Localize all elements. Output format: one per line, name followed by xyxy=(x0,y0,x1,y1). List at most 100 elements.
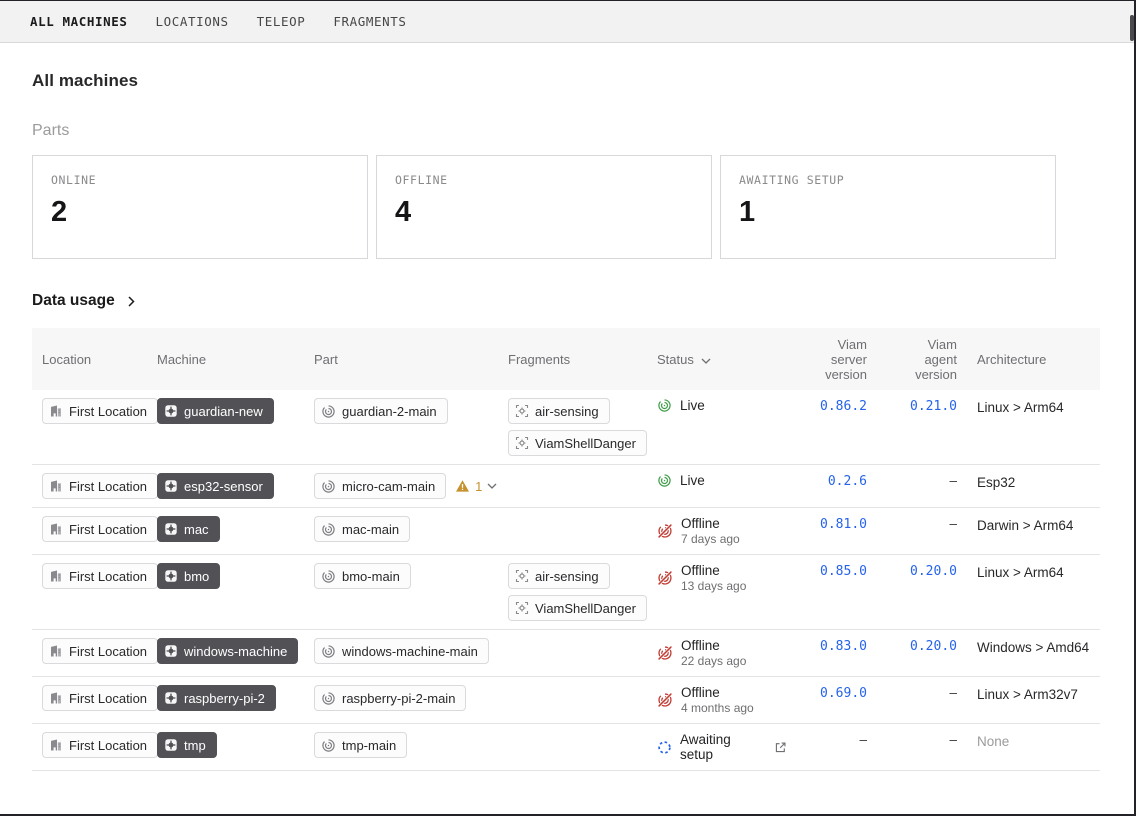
location-icon xyxy=(49,644,63,658)
column-header-label: Architecture xyxy=(977,352,1046,367)
data-usage-link[interactable]: Data usage xyxy=(32,292,135,310)
machine-chip[interactable]: esp32-sensor xyxy=(157,473,274,499)
stat-card-label: AWAITING SETUP xyxy=(739,173,1037,187)
server-version-link[interactable]: 0.2.6 xyxy=(828,474,867,489)
table-row: First Location windows-machine windows-mac… xyxy=(32,630,1100,677)
page-title: All machines xyxy=(32,71,1102,91)
part-icon xyxy=(321,569,336,584)
server-version-link[interactable]: 0.83.0 xyxy=(820,639,867,654)
parts-stat-cards: ONLINE2OFFLINE4AWAITING SETUP1 xyxy=(32,155,1102,259)
fragment-chip[interactable]: air-sensing xyxy=(508,563,610,589)
status-subtext: 22 days ago xyxy=(681,654,746,668)
location-chip[interactable]: First Location xyxy=(42,638,158,664)
table-header: LocationMachinePartFragmentsStatusViam s… xyxy=(32,328,1100,390)
offline-status-icon xyxy=(657,523,673,539)
stat-card-awaiting-setup: AWAITING SETUP 1 xyxy=(720,155,1056,259)
fragment-chip-label: ViamShellDanger xyxy=(535,601,636,616)
server-version-link[interactable]: 0.85.0 xyxy=(820,564,867,579)
part-chip-label: bmo-main xyxy=(342,569,400,584)
status-label: Offline xyxy=(681,685,754,700)
column-header-server-version: Viam server version xyxy=(795,328,885,390)
architecture-value: Linux > Arm64 xyxy=(977,398,1092,418)
part-chip-label: tmp-main xyxy=(342,738,396,753)
machine-chip-label: guardian-new xyxy=(184,404,263,419)
location-chip[interactable]: First Location xyxy=(42,516,158,542)
data-usage-label: Data usage xyxy=(32,292,115,310)
status-subtext: 7 days ago xyxy=(681,532,740,546)
agent-version-link[interactable]: 0.21.0 xyxy=(910,399,957,414)
scrollbar-thumb[interactable] xyxy=(1130,15,1134,41)
fragment-icon xyxy=(515,404,529,418)
fragment-icon xyxy=(515,436,529,450)
server-version-link[interactable]: 0.86.2 xyxy=(820,399,867,414)
architecture-value: Linux > Arm64 xyxy=(977,563,1092,583)
main-content: All machines Parts ONLINE2OFFLINE4AWAITI… xyxy=(0,71,1134,771)
status-indicator-live: Live xyxy=(657,398,787,413)
stat-card-value: 1 xyxy=(739,196,1037,229)
location-chip[interactable]: First Location xyxy=(42,473,158,499)
location-chip[interactable]: First Location xyxy=(42,398,158,424)
location-chip-label: First Location xyxy=(69,738,147,753)
machine-icon xyxy=(164,691,178,705)
location-chip[interactable]: First Location xyxy=(42,732,158,758)
part-chip[interactable]: tmp-main xyxy=(314,732,407,758)
machine-chip[interactable]: raspberry-pi-2 xyxy=(157,685,276,711)
status-indicator-offline: Offline13 days ago xyxy=(657,563,787,593)
machine-chip-label: windows-machine xyxy=(184,644,287,659)
nav-tab-locations[interactable]: LOCATIONS xyxy=(156,14,229,29)
status-label: Offline xyxy=(681,563,746,578)
status-indicator-offline: Offline7 days ago xyxy=(657,516,787,546)
part-chip[interactable]: bmo-main xyxy=(314,563,411,589)
architecture-value: Windows > Amd64 xyxy=(977,638,1092,658)
column-header-label: Fragments xyxy=(508,352,570,367)
nav-tab-fragments[interactable]: FRAGMENTS xyxy=(333,14,406,29)
stat-card-label: ONLINE xyxy=(51,173,349,187)
machine-icon xyxy=(164,479,178,493)
awaiting-setup-icon xyxy=(657,740,672,755)
location-icon xyxy=(49,522,63,536)
part-chip[interactable]: raspberry-pi-2-main xyxy=(314,685,466,711)
server-version-link[interactable]: 0.69.0 xyxy=(820,686,867,701)
machine-chip[interactable]: bmo xyxy=(157,563,220,589)
column-header-label: Part xyxy=(314,352,338,367)
location-icon xyxy=(49,691,63,705)
agent-version-empty: – xyxy=(949,732,957,747)
nav-tab-all-machines[interactable]: ALL MACHINES xyxy=(30,14,128,29)
parts-section-label: Parts xyxy=(32,122,1102,140)
part-chip[interactable]: mac-main xyxy=(314,516,410,542)
location-chip[interactable]: First Location xyxy=(42,685,158,711)
nav-tab-teleop[interactable]: TELEOP xyxy=(257,14,306,29)
column-header-label: Viam agent version xyxy=(901,337,957,382)
agent-version-empty: – xyxy=(949,516,957,531)
agent-version-link[interactable]: 0.20.0 xyxy=(910,564,957,579)
status-indicator-awaiting[interactable]: Awaiting setup xyxy=(657,732,787,762)
agent-version-link[interactable]: 0.20.0 xyxy=(910,639,957,654)
column-header-location: Location xyxy=(32,328,155,390)
machine-chip[interactable]: guardian-new xyxy=(157,398,274,424)
table-body: First Location guardian-new guardian-2-mai… xyxy=(32,390,1100,771)
fragment-chip[interactable]: air-sensing xyxy=(508,398,610,424)
part-chip[interactable]: windows-machine-main xyxy=(314,638,489,664)
location-chip[interactable]: First Location xyxy=(42,563,158,589)
fragment-chip[interactable]: ViamShellDanger xyxy=(508,595,647,621)
part-chip[interactable]: guardian-2-main xyxy=(314,398,448,424)
top-nav: ALL MACHINES LOCATIONS TELEOP FRAGMENTS xyxy=(0,1,1134,43)
offline-status-icon xyxy=(657,645,673,661)
machine-chip[interactable]: mac xyxy=(157,516,220,542)
fragment-icon xyxy=(515,569,529,583)
fragment-chip[interactable]: ViamShellDanger xyxy=(508,430,647,456)
server-version-link[interactable]: 0.81.0 xyxy=(820,517,867,532)
status-label: Live xyxy=(680,473,705,488)
machine-chip[interactable]: tmp xyxy=(157,732,217,758)
column-header-label: Location xyxy=(42,352,91,367)
chevron-right-icon xyxy=(128,296,135,307)
machine-chip[interactable]: windows-machine xyxy=(157,638,298,664)
part-warning-toggle[interactable]: 1 xyxy=(455,479,497,494)
machine-icon xyxy=(164,404,178,418)
part-chip[interactable]: micro-cam-main xyxy=(314,473,446,499)
part-chip-label: mac-main xyxy=(342,522,399,537)
part-chip-label: windows-machine-main xyxy=(342,644,478,659)
machine-icon xyxy=(164,569,178,583)
column-header-status[interactable]: Status xyxy=(655,328,795,390)
table-row: First Locationraspberry-pi-2 raspberry-pi… xyxy=(32,677,1100,724)
